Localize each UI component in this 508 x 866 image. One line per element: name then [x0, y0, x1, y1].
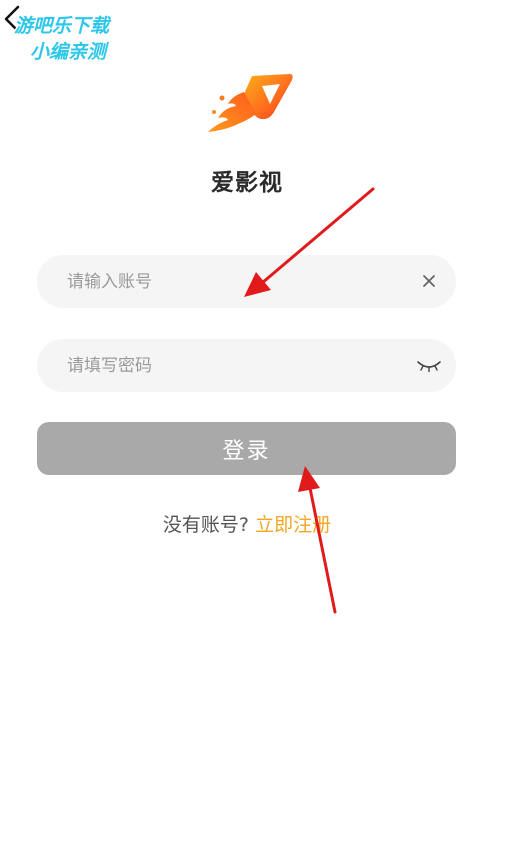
account-field[interactable] — [37, 255, 456, 308]
svg-text:游吧乐下载: 游吧乐下载 — [14, 15, 112, 37]
register-link[interactable]: 立即注册 — [255, 514, 331, 536]
login-button[interactable]: 登录 — [37, 422, 456, 475]
account-input[interactable] — [67, 255, 407, 308]
app-name: 爱影视 — [211, 170, 283, 196]
register-prompt-text: 没有账号? — [162, 514, 250, 536]
password-input[interactable] — [67, 339, 407, 392]
register-prompt-line: 没有账号? 立即注册 — [0, 510, 494, 537]
annotation-arrow-to-login — [298, 466, 337, 614]
app-logo — [208, 74, 293, 132]
eye-closed-icon[interactable] — [416, 356, 442, 374]
password-field[interactable] — [37, 339, 456, 392]
watermark-logo: 游吧乐下载 小编亲测 — [13, 14, 114, 65]
close-icon[interactable] — [419, 271, 439, 291]
login-page: 游吧乐下载 小编亲测 爱影视 请输入账号 登录 没有账号? 立即注册 — [0, 0, 508, 866]
svg-text:小编亲测: 小编亲测 — [30, 41, 110, 63]
